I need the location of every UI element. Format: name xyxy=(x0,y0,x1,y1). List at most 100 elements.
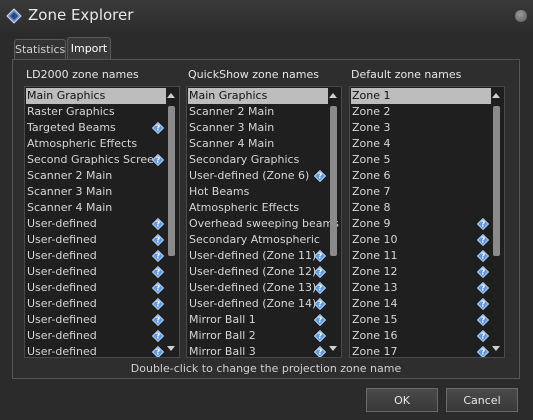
zone-list-item[interactable]: User-defined? xyxy=(26,264,166,280)
help-icon[interactable]: ? xyxy=(477,250,489,262)
zone-list-item[interactable]: Scanner 4 Main xyxy=(26,200,166,216)
help-icon[interactable]: ? xyxy=(477,282,489,294)
zone-list-item[interactable]: Mirror Ball 1? xyxy=(188,312,328,328)
zone-list-item[interactable]: Zone 5 xyxy=(351,152,491,168)
zone-list-item[interactable]: Zone 9? xyxy=(351,216,491,232)
zone-list-item[interactable]: Zone 12? xyxy=(351,264,491,280)
zone-list-item[interactable]: Zone 13? xyxy=(351,280,491,296)
zone-list-item[interactable]: Zone 7 xyxy=(351,184,491,200)
help-icon[interactable]: ? xyxy=(152,266,164,278)
help-icon[interactable]: ? xyxy=(152,346,164,358)
help-icon[interactable]: ? xyxy=(152,218,164,230)
scroll-up-arrow-icon[interactable] xyxy=(329,93,337,98)
zone-list-item[interactable]: Mirror Ball 2? xyxy=(188,328,328,344)
zone-list-item[interactable]: Zone 8 xyxy=(351,200,491,216)
scrollbar-thumb[interactable] xyxy=(168,106,175,256)
help-icon[interactable]: ? xyxy=(152,330,164,342)
help-icon[interactable]: ? xyxy=(477,218,489,230)
scrollbar-thumb[interactable] xyxy=(493,106,500,256)
help-icon[interactable]: ? xyxy=(314,346,326,358)
help-icon[interactable]: ? xyxy=(477,314,489,326)
scroll-down-arrow-icon[interactable] xyxy=(329,346,337,351)
cancel-button[interactable]: Cancel xyxy=(446,388,518,412)
scrollbar-thumb[interactable] xyxy=(330,106,337,256)
zone-list-item[interactable]: Zone 17? xyxy=(351,344,491,358)
default-zone-list[interactable]: Zone 1 Zone 2 Zone 3 Zone 4 Zone 5 Zone 6 Zone… xyxy=(349,86,505,358)
help-icon[interactable]: ? xyxy=(152,282,164,294)
help-icon[interactable]: ? xyxy=(477,266,489,278)
scroll-down-arrow-icon[interactable] xyxy=(492,346,500,351)
zone-list-item[interactable]: Targeted Beams? xyxy=(26,120,166,136)
help-icon[interactable]: ? xyxy=(477,234,489,246)
zone-list-item[interactable]: Zone 11? xyxy=(351,248,491,264)
zone-list-item[interactable]: Main Graphics xyxy=(188,88,328,104)
window-close-button[interactable] xyxy=(515,10,527,22)
tab-import[interactable]: Import xyxy=(67,37,111,59)
zone-list-item[interactable]: Overhead sweeping beams xyxy=(188,216,339,232)
help-icon[interactable]: ? xyxy=(477,346,489,358)
svg-text:?: ? xyxy=(156,236,160,245)
ld2000-zone-list[interactable]: Main Graphics Raster Graphics Targeted Bea… xyxy=(24,86,180,358)
zone-list-item[interactable]: User-defined? xyxy=(26,280,166,296)
zone-list-item[interactable]: User-defined (Zone 12)? xyxy=(188,264,328,280)
tab-statistics[interactable]: Statistics xyxy=(14,39,66,59)
help-icon[interactable]: ? xyxy=(314,330,326,342)
zone-list-item[interactable]: User-defined? xyxy=(26,344,166,358)
help-icon[interactable]: ? xyxy=(152,122,164,134)
help-icon[interactable]: ? xyxy=(314,298,326,310)
zone-list-item[interactable]: Scanner 3 Main xyxy=(26,184,166,200)
zone-list-item[interactable]: User-defined (Zone 11)? xyxy=(188,248,328,264)
help-icon[interactable]: ? xyxy=(152,234,164,246)
vertical-scrollbar[interactable] xyxy=(165,88,178,356)
help-icon[interactable]: ? xyxy=(152,250,164,262)
help-icon[interactable]: ? xyxy=(314,282,326,294)
zone-list-item[interactable]: Mirror Ball 3? xyxy=(188,344,328,358)
help-icon[interactable]: ? xyxy=(152,314,164,326)
zone-list-item[interactable]: Zone 16? xyxy=(351,328,491,344)
scroll-up-arrow-icon[interactable] xyxy=(492,93,500,98)
zone-list-item[interactable]: User-defined (Zone 14)? xyxy=(188,296,328,312)
zone-list-item[interactable]: Secondary Graphics xyxy=(188,152,328,168)
help-icon[interactable]: ? xyxy=(152,154,164,166)
scroll-up-arrow-icon[interactable] xyxy=(167,93,175,98)
zone-list-item[interactable]: User-defined? xyxy=(26,328,166,344)
vertical-scrollbar[interactable] xyxy=(490,88,503,356)
zone-list-item[interactable]: Scanner 2 Main xyxy=(188,104,328,120)
quickshow-zone-list[interactable]: Main Graphics Scanner 2 Main Scanner 3 Mai… xyxy=(186,86,342,358)
help-icon[interactable]: ? xyxy=(152,298,164,310)
zone-list-item[interactable]: Secondary Atmospheric xyxy=(188,232,328,248)
zone-list-item[interactable]: Zone 14? xyxy=(351,296,491,312)
zone-list-item[interactable]: Zone 3 xyxy=(351,120,491,136)
zone-list-item[interactable]: Zone 4 xyxy=(351,136,491,152)
zone-list-item[interactable]: Raster Graphics xyxy=(26,104,166,120)
zone-list-item[interactable]: User-defined? xyxy=(26,312,166,328)
zone-list-item[interactable]: Zone 2 xyxy=(351,104,491,120)
zone-list-item[interactable]: Second Graphics Screen? xyxy=(26,152,166,168)
vertical-scrollbar[interactable] xyxy=(327,88,340,356)
zone-list-item[interactable]: Hot Beams xyxy=(188,184,328,200)
help-icon[interactable]: ? xyxy=(314,170,326,182)
zone-list-item[interactable]: Zone 6 xyxy=(351,168,491,184)
help-icon[interactable]: ? xyxy=(314,266,326,278)
help-icon[interactable]: ? xyxy=(477,330,489,342)
zone-list-item[interactable]: User-defined? xyxy=(26,248,166,264)
zone-list-item[interactable]: Scanner 2 Main xyxy=(26,168,166,184)
zone-list-item[interactable]: Scanner 4 Main xyxy=(188,136,328,152)
zone-list-item[interactable]: User-defined (Zone 13)? xyxy=(188,280,328,296)
zone-list-item[interactable]: User-defined? xyxy=(26,296,166,312)
help-icon[interactable]: ? xyxy=(314,314,326,326)
zone-list-item[interactable]: Zone 10? xyxy=(351,232,491,248)
help-icon[interactable]: ? xyxy=(477,298,489,310)
zone-list-item[interactable]: Main Graphics xyxy=(26,88,166,104)
zone-list-item[interactable]: User-defined? xyxy=(26,232,166,248)
scroll-down-arrow-icon[interactable] xyxy=(167,346,175,351)
zone-list-item[interactable]: User-defined (Zone 6)? xyxy=(188,168,328,184)
help-icon[interactable]: ? xyxy=(314,250,326,262)
zone-list-item[interactable]: Zone 15? xyxy=(351,312,491,328)
zone-list-item[interactable]: User-defined? xyxy=(26,216,166,232)
zone-list-item[interactable]: Zone 1 xyxy=(351,88,491,104)
zone-list-item[interactable]: Atmospheric Effects xyxy=(188,200,328,216)
zone-list-item[interactable]: Scanner 3 Main xyxy=(188,120,328,136)
zone-list-item[interactable]: Atmospheric Effects xyxy=(26,136,166,152)
ok-button[interactable]: OK xyxy=(366,388,438,412)
